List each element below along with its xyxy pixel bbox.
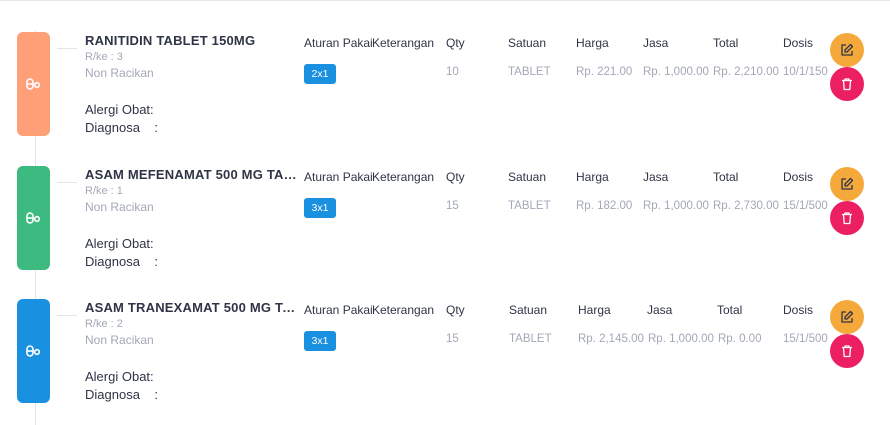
col-harga: Harga (576, 36, 609, 50)
timeline-connector (57, 182, 77, 183)
col-total: Total (717, 303, 743, 317)
dosis-value: 15/1/500 (783, 333, 828, 345)
col-total: Total (713, 170, 739, 184)
col-qty: Qty (446, 303, 465, 317)
harga-value: Rp. 182.00 (576, 200, 633, 212)
prescription-item: ASAM TRANEXAMAT 500 MG TABLET R/ke : 2 N… (0, 299, 890, 419)
col-dosis: Dosis (783, 36, 814, 50)
prescription-item: ASAM MEFENAMAT 500 MG TABLET R/ke : 1 No… (0, 166, 890, 286)
delete-button[interactable] (830, 334, 864, 368)
timeline-connector (57, 315, 77, 316)
satuan-value: TABLET (508, 66, 551, 78)
edit-icon (840, 43, 854, 57)
edit-button[interactable] (830, 33, 864, 67)
total-value: Rp. 2,730.00 (713, 200, 779, 212)
delete-button[interactable] (830, 67, 864, 101)
satuan-value: TABLET (509, 333, 552, 345)
satuan-value: TABLET (508, 200, 551, 212)
trash-icon (840, 211, 854, 225)
recipe-type: Non Racikan (85, 333, 154, 347)
delete-button[interactable] (830, 201, 864, 235)
col-jasa: Jasa (643, 170, 669, 184)
col-satuan: Satuan (508, 170, 547, 184)
alergi-label: Alergi Obat: (85, 369, 154, 384)
timeline-marker (17, 166, 50, 270)
recipe-type: Non Racikan (85, 200, 154, 214)
pill-icon (25, 210, 41, 226)
col-total: Total (713, 36, 739, 50)
aturan-pakai-badge: 3x1 (304, 198, 336, 218)
jasa-value: Rp. 1,000.00 (643, 200, 709, 212)
qty-value: 15 (446, 200, 459, 212)
total-value: Rp. 2,210.00 (713, 66, 779, 78)
jasa-value: Rp. 1,000.00 (648, 333, 714, 345)
col-aturan-pakai: Aturan Pakai (304, 170, 373, 184)
col-qty: Qty (446, 36, 465, 50)
drug-name: ASAM TRANEXAMAT 500 MG TABLET (85, 300, 303, 315)
dosis-value: 10/1/150 (783, 66, 828, 78)
col-jasa: Jasa (647, 303, 673, 317)
col-harga: Harga (578, 303, 611, 317)
col-aturan-pakai: Aturan Pakai (304, 36, 373, 50)
col-jasa: Jasa (643, 36, 669, 50)
col-harga: Harga (576, 170, 609, 184)
edit-icon (840, 310, 854, 324)
trash-icon (840, 77, 854, 91)
col-keterangan: Keterangan (372, 303, 435, 317)
trash-icon (840, 344, 854, 358)
dosis-value: 15/1/500 (783, 200, 828, 212)
diagnosa-label: Diagnosa : (85, 120, 158, 135)
col-dosis: Dosis (783, 303, 814, 317)
pill-icon (25, 343, 41, 359)
col-satuan: Satuan (508, 36, 547, 50)
recipe-type: Non Racikan (85, 66, 154, 80)
qty-value: 10 (446, 66, 459, 78)
jasa-value: Rp. 1,000.00 (643, 66, 709, 78)
timeline-marker (17, 299, 50, 403)
diagnosa-label: Diagnosa : (85, 254, 158, 269)
alergi-label: Alergi Obat: (85, 236, 154, 251)
recipe-number: R/ke : 1 (85, 185, 123, 197)
timeline-connector (57, 48, 77, 49)
col-keterangan: Keterangan (372, 36, 435, 50)
diagnosa-label: Diagnosa : (85, 387, 158, 402)
prescription-item: RANITIDIN TABLET 150MG R/ke : 3 Non Raci… (0, 32, 890, 152)
edit-button[interactable] (830, 167, 864, 201)
total-value: Rp. 0.00 (718, 333, 762, 345)
edit-icon (840, 177, 854, 191)
harga-value: Rp. 2,145.00 (578, 333, 644, 345)
recipe-number: R/ke : 2 (85, 318, 123, 330)
col-keterangan: Keterangan (372, 170, 435, 184)
aturan-pakai-badge: 2x1 (304, 64, 336, 84)
col-aturan-pakai: Aturan Pakai (304, 303, 373, 317)
edit-button[interactable] (830, 300, 864, 334)
col-dosis: Dosis (783, 170, 814, 184)
drug-name: RANITIDIN TABLET 150MG (85, 33, 256, 48)
alergi-label: Alergi Obat: (85, 102, 154, 117)
recipe-number: R/ke : 3 (85, 51, 123, 63)
drug-name: ASAM MEFENAMAT 500 MG TABLET (85, 167, 303, 182)
qty-value: 15 (446, 333, 459, 345)
top-divider (0, 0, 890, 1)
timeline-marker (17, 32, 50, 136)
pill-icon (25, 76, 41, 92)
aturan-pakai-badge: 3x1 (304, 331, 336, 351)
harga-value: Rp. 221.00 (576, 66, 633, 78)
col-satuan: Satuan (509, 303, 548, 317)
col-qty: Qty (446, 170, 465, 184)
